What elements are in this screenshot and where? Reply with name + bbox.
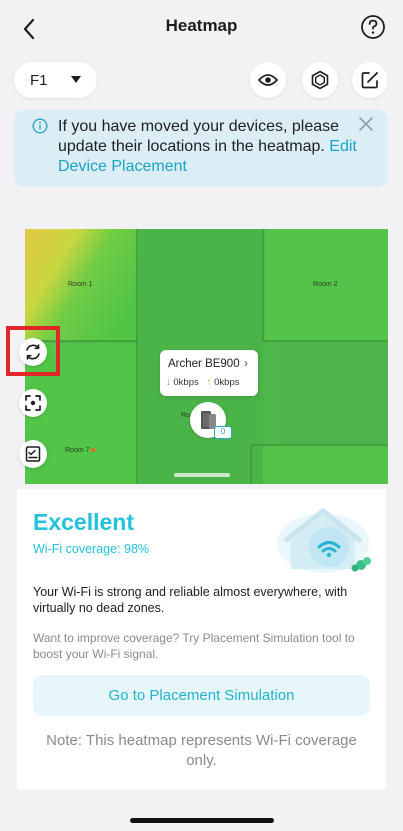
upload-value: 0kbps: [214, 377, 240, 388]
coverage-text: Wi-Fi coverage: 98%: [33, 542, 150, 556]
client-count-badge: 0: [214, 426, 232, 439]
coverage-description: Your Wi-Fi is strong and reliable almost…: [33, 585, 348, 615]
room-label: Room 7: [65, 447, 90, 454]
heatmap-note: Note: This heatmap represents Wi-Fi cove…: [46, 732, 357, 769]
upload-arrow-icon: ↑: [206, 377, 212, 388]
eye-icon: [258, 74, 278, 86]
room-label: Ro: [181, 412, 190, 419]
house-wifi-illustration: [277, 508, 371, 573]
device-card[interactable]: Archer BE900 › ↓ 0kbps ↑ 0kbps: [160, 350, 258, 396]
room-label: Room 1: [68, 281, 93, 288]
speed-row: ↓ 0kbps ↑ 0kbps: [166, 377, 240, 388]
status-title: Excellent: [33, 509, 134, 535]
edit-icon: [361, 72, 378, 89]
checklist-icon: [25, 446, 41, 462]
room-marker: [91, 448, 95, 452]
info-icon: [32, 118, 48, 134]
coverage-card: Excellent Wi-Fi coverage: 98% Your Wi-Fi…: [17, 489, 386, 789]
upload-speed: ↑ 0kbps: [207, 377, 240, 388]
improve-hint: Want to improve coverage? Try Placement …: [33, 631, 355, 661]
chevron-right-icon: ›: [244, 356, 248, 370]
help-button[interactable]: [360, 14, 386, 40]
floor-label: F1: [30, 71, 48, 89]
home-indicator: [130, 818, 274, 823]
page-title: Heatmap: [165, 16, 238, 35]
device-name: Archer BE900: [168, 358, 240, 370]
hexagon-icon: [311, 70, 329, 90]
material-button[interactable]: [302, 62, 338, 98]
drag-handle[interactable]: [174, 473, 230, 477]
checklist-button[interactable]: [19, 440, 47, 468]
banner-message: If you have moved your devices, please u…: [58, 118, 340, 155]
view-button[interactable]: [250, 62, 286, 98]
help-icon: [361, 15, 385, 39]
download-speed: ↓ 0kbps: [166, 377, 199, 388]
close-icon[interactable]: [358, 116, 374, 132]
floor-selector[interactable]: F1: [14, 62, 97, 98]
placement-simulation-button[interactable]: Go to Placement Simulation: [33, 675, 370, 716]
focus-button[interactable]: [19, 389, 47, 417]
download-value: 0kbps: [173, 377, 199, 388]
download-arrow-icon: ↓: [166, 377, 171, 388]
edit-button[interactable]: [352, 62, 388, 98]
highlight-box: [6, 326, 60, 376]
caret-down-icon: [71, 76, 81, 83]
room-label: Room 2: [313, 281, 338, 288]
update-banner: If you have moved your devices, please u…: [14, 110, 388, 187]
focus-icon: [25, 395, 41, 411]
